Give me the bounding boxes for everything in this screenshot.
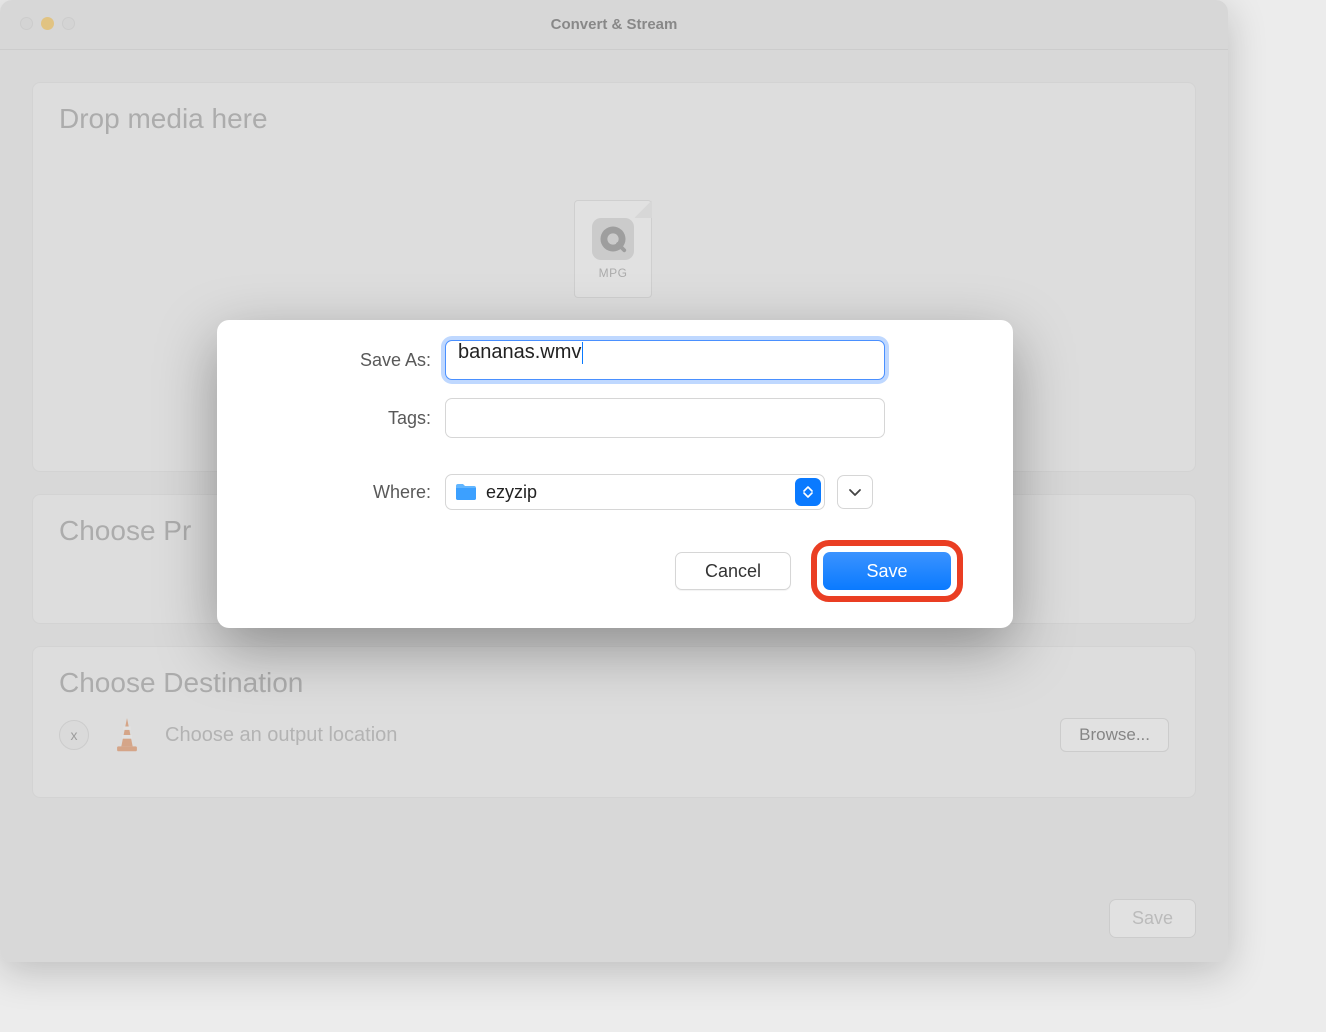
save-sheet-dialog: Save As: bananas.wmv Tags: Where: ezyzip (217, 320, 1013, 628)
vlc-cone-icon (107, 711, 147, 759)
traffic-lights (20, 17, 75, 30)
minimize-window-button[interactable] (41, 17, 54, 30)
save-button-highlight: Save (811, 540, 963, 602)
cancel-button[interactable]: Cancel (675, 552, 791, 590)
browse-button[interactable]: Browse... (1060, 718, 1169, 752)
where-value: ezyzip (486, 482, 537, 503)
chevron-down-icon (848, 488, 862, 497)
destination-row: x Choose an output location Browse... (59, 711, 1169, 759)
file-extension-label: MPG (599, 266, 628, 280)
close-window-button[interactable] (20, 17, 33, 30)
window-title: Convert & Stream (551, 16, 678, 33)
choose-destination-heading: Choose Destination (59, 667, 1169, 699)
file-icon: MPG (574, 200, 652, 298)
zoom-window-button[interactable] (62, 17, 75, 30)
footer-save-button[interactable]: Save (1109, 899, 1196, 938)
updown-arrows-icon (795, 478, 821, 506)
drop-media-heading: Drop media here (59, 103, 268, 135)
dropped-file[interactable]: MPG (574, 200, 654, 298)
expand-dialog-button[interactable] (837, 475, 873, 509)
sheet-button-row: Cancel Save (267, 540, 963, 602)
choose-destination-panel: Choose Destination x Choose an output lo… (32, 646, 1196, 798)
clear-destination-button[interactable]: x (59, 720, 89, 750)
save-as-input[interactable]: bananas.wmv (445, 340, 885, 380)
convert-stream-window: Convert & Stream Drop media here MPG Cho… (0, 0, 1228, 962)
folder-icon (454, 482, 478, 502)
where-select[interactable]: ezyzip (445, 474, 825, 510)
text-caret (582, 342, 583, 364)
titlebar: Convert & Stream (0, 0, 1228, 50)
save-button[interactable]: Save (823, 552, 951, 590)
save-as-value: bananas.wmv (458, 341, 581, 363)
save-as-label: Save As: (267, 350, 445, 371)
tags-label: Tags: (267, 408, 445, 429)
quicktime-icon (592, 218, 634, 260)
where-label: Where: (267, 482, 445, 503)
destination-placeholder: Choose an output location (165, 724, 1042, 747)
tags-input[interactable] (445, 398, 885, 438)
